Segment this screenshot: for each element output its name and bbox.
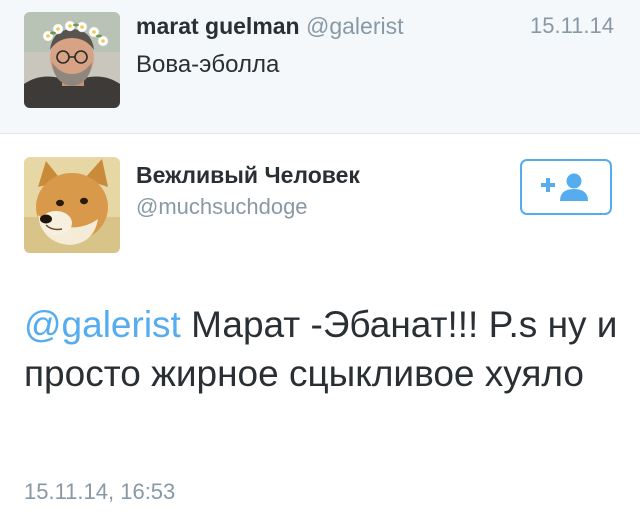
parent-author-name[interactable]: marat guelman	[136, 13, 300, 39]
tweet-mention-link[interactable]: @galerist	[24, 304, 181, 345]
tweet-timestamp[interactable]: 15.11.14, 16:53	[24, 478, 175, 506]
add-user-icon	[541, 173, 588, 201]
parent-avatar[interactable]	[24, 12, 120, 108]
parent-tweet[interactable]: marat guelman @galerist 15.11.14 Вова-эб…	[0, 0, 640, 134]
parent-author-handle[interactable]: @galerist	[306, 13, 404, 39]
follow-button[interactable]	[520, 159, 612, 215]
main-author-name[interactable]: Вежливый Человек	[136, 161, 360, 189]
main-author-handle[interactable]: @muchsuchdoge	[136, 193, 308, 221]
parent-avatar-photo	[24, 12, 120, 108]
parent-timestamp[interactable]: 15.11.14	[530, 12, 614, 40]
parent-header: marat guelman @galerist	[136, 12, 404, 40]
parent-tweet-text: Вова-эболла	[136, 51, 280, 78]
main-avatar[interactable]	[24, 157, 120, 253]
tweet-text: @galerist Марат -Эбанат!!! P.s ну и прос…	[24, 300, 620, 398]
doge-avatar-photo	[24, 157, 120, 253]
